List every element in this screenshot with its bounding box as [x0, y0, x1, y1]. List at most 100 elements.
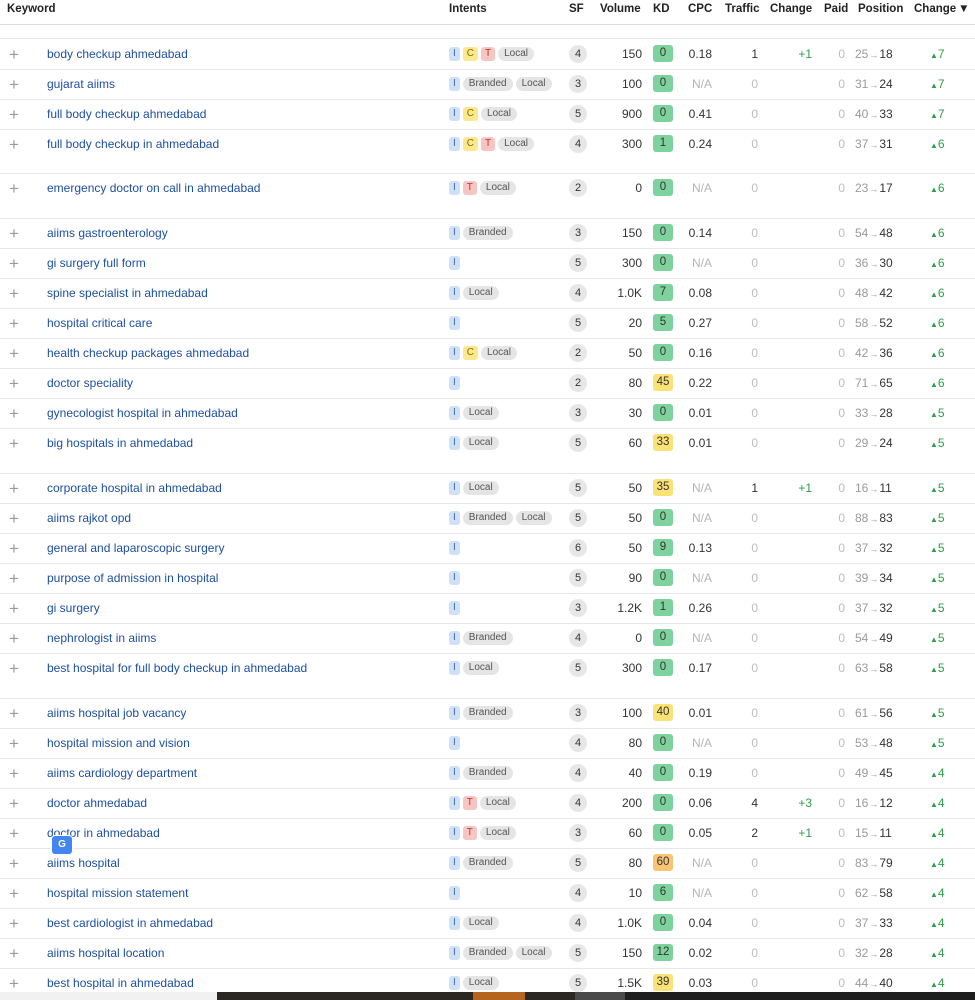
keyword-link[interactable]: aiims hospital [47, 856, 120, 870]
plus-icon[interactable]: + [4, 315, 24, 332]
header-traffic[interactable]: Traffic [725, 3, 760, 15]
position-cell[interactable]: 37→31 [855, 137, 905, 151]
plus-icon[interactable]: + [4, 46, 24, 63]
position-cell[interactable]: 31→24 [855, 77, 905, 91]
keyword-link[interactable]: body checkup ahmedabad [47, 47, 188, 61]
position-cell[interactable]: 49→45 [855, 766, 905, 780]
position-cell[interactable]: 63→58 [855, 661, 905, 675]
plus-icon[interactable]: + [4, 540, 24, 557]
plus-icon[interactable]: + [4, 225, 24, 242]
keyword-link[interactable]: aiims cardiology department [47, 766, 197, 780]
serp-features-count[interactable]: 5 [569, 974, 587, 992]
keyword-link[interactable]: corporate hospital in ahmedabad [47, 481, 222, 495]
serp-features-count[interactable]: 5 [569, 569, 587, 587]
position-cell[interactable]: 54→49 [855, 631, 905, 645]
keyword-link[interactable]: aiims hospital location [47, 946, 164, 960]
serp-features-count[interactable]: 4 [569, 734, 587, 752]
serp-features-count[interactable]: 5 [569, 254, 587, 272]
position-cell[interactable]: 25→18 [855, 47, 905, 61]
header-position-change[interactable]: Change ▼ [914, 3, 970, 15]
serp-features-count[interactable]: 4 [569, 794, 587, 812]
keyword-link[interactable]: gi surgery [47, 601, 100, 615]
position-cell[interactable]: 83→79 [855, 856, 905, 870]
keyword-link[interactable]: big hospitals in ahmedabad [47, 436, 193, 450]
plus-icon[interactable]: + [4, 915, 24, 932]
keyword-link[interactable]: purpose of admission in hospital [47, 571, 218, 585]
position-cell[interactable]: 37→32 [855, 541, 905, 555]
plus-icon[interactable]: + [4, 570, 24, 587]
header-sf[interactable]: SF [569, 3, 584, 15]
google-translate-icon[interactable]: G [52, 836, 72, 854]
plus-icon[interactable]: + [4, 945, 24, 962]
serp-features-count[interactable]: 5 [569, 434, 587, 452]
keyword-link[interactable]: aiims hospital job vacancy [47, 706, 186, 720]
serp-features-count[interactable]: 3 [569, 75, 587, 93]
position-cell[interactable]: 40→33 [855, 107, 905, 121]
keyword-link[interactable]: gujarat aiims [47, 77, 115, 91]
serp-features-count[interactable]: 3 [569, 599, 587, 617]
serp-features-count[interactable]: 4 [569, 629, 587, 647]
serp-features-count[interactable]: 3 [569, 704, 587, 722]
position-cell[interactable]: 42→36 [855, 346, 905, 360]
position-cell[interactable]: 39→34 [855, 571, 905, 585]
plus-icon[interactable]: + [4, 180, 24, 197]
position-cell[interactable]: 37→32 [855, 601, 905, 615]
plus-icon[interactable]: + [4, 106, 24, 123]
plus-icon[interactable]: + [4, 480, 24, 497]
plus-icon[interactable]: + [4, 375, 24, 392]
plus-icon[interactable]: + [4, 660, 24, 677]
position-cell[interactable]: 23→17 [855, 181, 905, 195]
keyword-link[interactable]: best hospital for full body checkup in a… [47, 661, 307, 675]
header-volume[interactable]: Volume [600, 3, 641, 15]
plus-icon[interactable]: + [4, 600, 24, 617]
header-cpc[interactable]: CPC [688, 3, 712, 15]
keyword-link[interactable]: general and laparoscopic surgery [47, 541, 224, 555]
plus-icon[interactable]: + [4, 76, 24, 93]
keyword-link[interactable]: gi surgery full form [47, 256, 146, 270]
position-cell[interactable]: 61→56 [855, 706, 905, 720]
position-cell[interactable]: 62→58 [855, 886, 905, 900]
keyword-link[interactable]: gynecologist hospital in ahmedabad [47, 406, 238, 420]
position-cell[interactable]: 37→33 [855, 916, 905, 930]
position-cell[interactable]: 15→11 [855, 826, 905, 840]
serp-features-count[interactable]: 5 [569, 479, 587, 497]
serp-features-count[interactable]: 3 [569, 404, 587, 422]
header-kd[interactable]: KD [653, 3, 670, 15]
plus-icon[interactable]: + [4, 510, 24, 527]
position-cell[interactable]: 71→65 [855, 376, 905, 390]
keyword-link[interactable]: full body checkup ahmedabad [47, 107, 206, 121]
plus-icon[interactable]: + [4, 705, 24, 722]
keyword-link[interactable]: hospital critical care [47, 316, 152, 330]
serp-features-count[interactable]: 4 [569, 284, 587, 302]
serp-features-count[interactable]: 5 [569, 944, 587, 962]
serp-features-count[interactable]: 2 [569, 344, 587, 362]
position-cell[interactable]: 16→12 [855, 796, 905, 810]
position-cell[interactable]: 44→40 [855, 976, 905, 990]
keyword-link[interactable]: spine specialist in ahmedabad [47, 286, 208, 300]
keyword-link[interactable]: doctor ahmedabad [47, 796, 147, 810]
position-cell[interactable]: 16→11 [855, 481, 905, 495]
plus-icon[interactable]: + [4, 435, 24, 452]
header-change[interactable]: Change [770, 3, 812, 15]
plus-icon[interactable]: + [4, 285, 24, 302]
header-position[interactable]: Position [858, 3, 903, 15]
serp-features-count[interactable]: 5 [569, 659, 587, 677]
serp-features-count[interactable]: 3 [569, 824, 587, 842]
serp-features-count[interactable]: 4 [569, 135, 587, 153]
serp-features-count[interactable]: 5 [569, 105, 587, 123]
plus-icon[interactable]: + [4, 630, 24, 647]
plus-icon[interactable]: + [4, 795, 24, 812]
serp-features-count[interactable]: 2 [569, 374, 587, 392]
keyword-link[interactable]: hospital mission and vision [47, 736, 190, 750]
position-cell[interactable]: 53→48 [855, 736, 905, 750]
serp-features-count[interactable]: 4 [569, 914, 587, 932]
keyword-link[interactable]: emergency doctor on call in ahmedabad [47, 181, 260, 195]
position-cell[interactable]: 33→28 [855, 406, 905, 420]
serp-features-count[interactable]: 2 [569, 179, 587, 197]
serp-features-count[interactable]: 4 [569, 764, 587, 782]
position-cell[interactable]: 32→28 [855, 946, 905, 960]
header-keyword[interactable]: Keyword [7, 3, 56, 15]
plus-icon[interactable]: + [4, 735, 24, 752]
serp-features-count[interactable]: 4 [569, 45, 587, 63]
plus-icon[interactable]: + [4, 345, 24, 362]
